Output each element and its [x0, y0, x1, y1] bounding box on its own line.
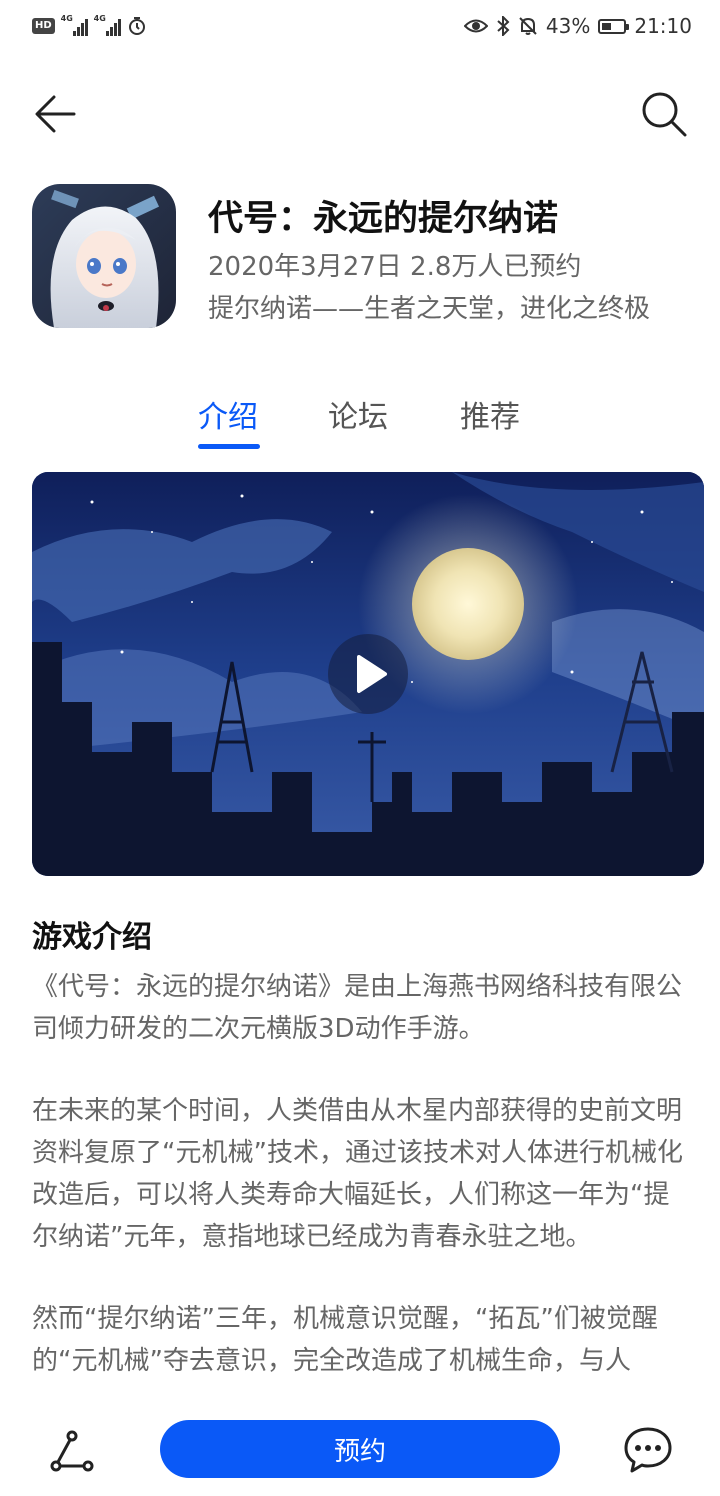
character-artwork: [32, 184, 176, 328]
description-paragraph: 然而“提尔纳诺”三年，机械意识觉醒，“拓瓦”们被觉醒的“元机械”夺去意识，完全改…: [32, 1304, 658, 1376]
reserve-button[interactable]: 预约: [160, 1420, 560, 1478]
battery-percent: 43%: [545, 14, 591, 38]
app-tagline: 提尔纳诺——生者之天堂，进化之终极: [208, 294, 651, 324]
tab-recommend[interactable]: 推荐: [460, 392, 520, 436]
chat-icon: [624, 1427, 672, 1473]
tab-forum[interactable]: 论坛: [328, 392, 388, 436]
app-icon: [32, 184, 176, 328]
network-type-label: 4G: [93, 14, 106, 23]
tab-active-indicator: [198, 444, 260, 449]
network-type-label: 4G: [60, 14, 73, 23]
game-description: 《代号：永远的提尔纳诺》是由上海燕书网络科技有限公司倾力研发的二次元横版3D动作…: [32, 966, 692, 1406]
search-button[interactable]: [638, 88, 690, 140]
tab-bar: 介绍 论坛 推荐: [0, 392, 720, 452]
description-paragraph: 在未来的某个时间，人类借由从木星内部获得的史前文明资料复原了“元机械”技术，通过…: [32, 1096, 683, 1252]
chat-button[interactable]: [622, 1424, 674, 1476]
signal-icon: 4G: [93, 14, 121, 36]
bottom-bar: 预约: [0, 1404, 720, 1496]
tab-intro[interactable]: 介绍: [198, 392, 258, 436]
play-icon: [357, 655, 387, 693]
video-player[interactable]: [32, 472, 704, 876]
description-paragraph: 《代号：永远的提尔纳诺》是由上海燕书网络科技有限公司倾力研发的二次元横版3D动作…: [32, 972, 683, 1044]
arrow-left-icon: [35, 95, 76, 133]
eye-comfort-icon: [463, 19, 488, 33]
signal-icon: 4G: [60, 14, 88, 36]
play-button[interactable]: [328, 634, 408, 714]
search-icon: [642, 92, 687, 137]
status-right: 43% 21:10: [463, 14, 692, 38]
app-meta: 2020年3月27日 2.8万人已预约: [208, 252, 582, 282]
app-title: 代号：永远的提尔纳诺: [208, 199, 559, 239]
battery-icon: [598, 18, 630, 34]
alarm-icon: [128, 17, 145, 35]
hd-badge: HD: [32, 18, 55, 34]
share-button[interactable]: [46, 1426, 98, 1478]
back-button[interactable]: [30, 88, 82, 140]
mute-icon: [519, 17, 537, 35]
section-heading: 游戏介绍: [32, 920, 152, 955]
status-bar: HD 4G 4G 43% 21:10: [0, 0, 720, 58]
share-icon: [50, 1430, 94, 1472]
status-left: HD 4G 4G: [32, 14, 147, 36]
bluetooth-icon: [497, 16, 510, 36]
battery-fill: [602, 22, 612, 30]
clock: 21:10: [634, 14, 692, 38]
